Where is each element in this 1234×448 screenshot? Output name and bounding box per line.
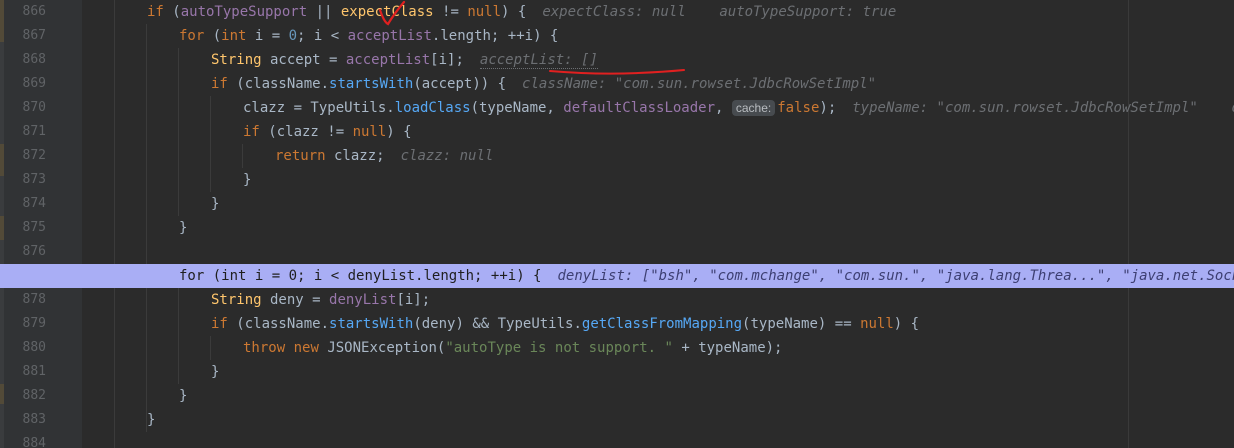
red-checkmark-annotation (378, 0, 406, 26)
code-line-878[interactable]: String deny = denyList[i]; (82, 288, 1234, 312)
line-number[interactable]: 881 (4, 360, 46, 384)
checkmark-stroke (378, 0, 406, 26)
code-editor[interactable]: 866 867 868 869 870 871 872 873 874 875 … (0, 0, 1234, 448)
code-line-870[interactable]: clazz = TypeUtils.loadClass(typeName, de… (82, 96, 1234, 120)
inline-debug-value: typeName: "com.sun.rowset.JdbcRowSetImpl… (852, 100, 1234, 116)
code-line-871[interactable]: if (clazz != null) { (82, 120, 1234, 144)
line-number[interactable]: 882 (4, 384, 46, 408)
line-number[interactable]: 876 (4, 240, 46, 264)
code-line-872[interactable]: return clazz; clazz: null (82, 144, 1234, 168)
code-line-884[interactable] (82, 432, 1234, 448)
line-number[interactable]: 878 (4, 288, 46, 312)
code-line-877-execution-point[interactable]: for (int i = 0; i < denyList.length; ++i… (82, 264, 1234, 288)
inline-debug-value: denyList: ["bsh", "com.mchange", "com.su… (557, 268, 1234, 284)
code-area[interactable]: if (autoTypeSupport || expectClass != nu… (82, 0, 1234, 448)
line-number[interactable]: 873 (4, 168, 46, 192)
line-number[interactable]: 879 (4, 312, 46, 336)
line-number[interactable]: 867 (4, 24, 46, 48)
code-line-874[interactable]: } (82, 192, 1234, 216)
line-number[interactable]: 874 (4, 192, 46, 216)
code-line-883[interactable]: } (82, 408, 1234, 432)
code-line-881[interactable]: } (82, 360, 1234, 384)
underline-stroke (549, 69, 685, 75)
line-number[interactable]: 868 (4, 48, 46, 72)
line-number[interactable]: 883 (4, 408, 46, 432)
parameter-name-hint: cache: (731, 100, 776, 116)
code-line-880[interactable]: throw new JSONException("autoType is not… (82, 336, 1234, 360)
code-line-867[interactable]: for (int i = 0; i < acceptList.length; +… (82, 24, 1234, 48)
line-number[interactable]: 872 (4, 144, 46, 168)
line-number-gutter[interactable]: 866 867 868 869 870 871 872 873 874 875 … (0, 0, 82, 448)
inline-debug-value: clazz: null (400, 148, 494, 164)
keyword: if (147, 4, 164, 20)
line-number[interactable]: 869 (4, 72, 46, 96)
code-line-876[interactable] (82, 240, 1234, 264)
execution-point-gutter (0, 264, 82, 288)
line-number[interactable]: 880 (4, 336, 46, 360)
field-autoTypeSupport: autoTypeSupport (180, 4, 308, 20)
line-number[interactable]: 871 (4, 120, 46, 144)
code-line-875[interactable]: } (82, 216, 1234, 240)
line-number[interactable]: 866 (4, 0, 46, 24)
inline-debug-value: expectClass: null autoTypeSupport: true (542, 4, 897, 20)
inline-debug-value: className: "com.sun.rowset.JdbcRowSetImp… (522, 76, 877, 92)
code-line-873[interactable]: } (82, 168, 1234, 192)
line-number[interactable]: 875 (4, 216, 46, 240)
code-line-879[interactable]: if (className.startsWith(deny) && TypeUt… (82, 312, 1234, 336)
code-line-866[interactable]: if (autoTypeSupport || expectClass != nu… (82, 0, 1234, 24)
line-number[interactable]: 870 (4, 96, 46, 120)
code-line-882[interactable]: } (82, 384, 1234, 408)
line-number[interactable]: 884 (4, 432, 46, 448)
red-underline-annotation (549, 69, 685, 75)
